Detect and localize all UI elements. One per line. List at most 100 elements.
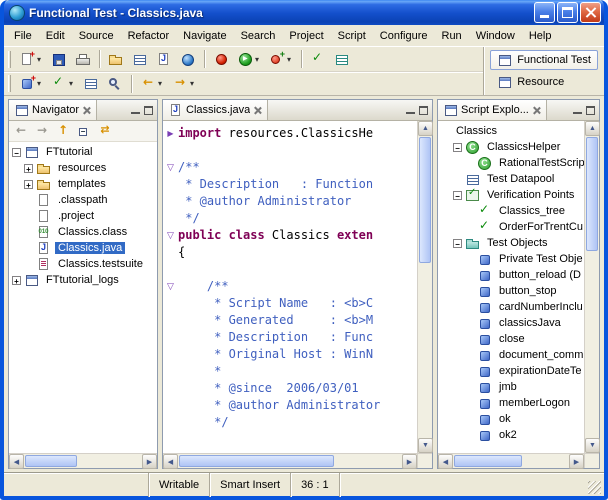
code-line[interactable]: * @author Administrator [163, 396, 417, 413]
scrollbar-track[interactable] [179, 455, 401, 467]
navigator-horizontal-scrollbar[interactable] [9, 453, 157, 469]
maximize-view-icon[interactable] [586, 105, 595, 115]
editor-tab-close-icon[interactable] [253, 106, 262, 115]
navigator-tree-item[interactable]: Classics.testsuite [9, 256, 157, 272]
run-script-button[interactable] [234, 49, 264, 70]
navigator-tree-item[interactable]: .project [9, 208, 157, 224]
code-line[interactable]: * Description : Func [163, 328, 417, 345]
close-button[interactable] [580, 2, 601, 23]
menu-search[interactable]: Search [234, 27, 283, 45]
scroll-down-icon[interactable] [585, 438, 600, 453]
expander-icon[interactable] [453, 190, 462, 200]
code-line[interactable]: /** [163, 158, 417, 175]
back-button[interactable] [137, 73, 167, 94]
navigator-tree-item[interactable]: Classics.java [9, 240, 157, 256]
menu-source[interactable]: Source [72, 27, 121, 45]
perspective-functional-test[interactable]: Functional Test [490, 50, 598, 70]
scroll-left-icon[interactable] [9, 454, 24, 469]
globe-button[interactable] [177, 49, 199, 70]
scroll-down-icon[interactable] [418, 438, 433, 453]
script-explorer-tree-item[interactable]: close [438, 331, 584, 347]
menu-project[interactable]: Project [282, 27, 330, 45]
new-folder-button[interactable] [105, 49, 127, 70]
save-button[interactable] [48, 49, 70, 70]
script-explorer-tree-item[interactable]: cardNumberInclu [438, 299, 584, 315]
expander-icon[interactable] [24, 179, 33, 189]
menu-navigate[interactable]: Navigate [176, 27, 233, 45]
navigator-tree-item[interactable]: .classpath [9, 192, 157, 208]
editor-vertical-scrollbar[interactable] [417, 121, 433, 453]
code-line[interactable]: * Generated : <b>M [163, 311, 417, 328]
code-line[interactable]: * [163, 362, 417, 379]
scroll-right-icon[interactable] [402, 454, 417, 469]
code-area[interactable]: import resources.ClassicsHe /** * Descrip… [163, 121, 417, 453]
maximize-view-icon[interactable] [419, 105, 428, 115]
script-explorer-vertical-scrollbar[interactable] [584, 121, 600, 453]
script-explorer-tree-item[interactable]: expirationDateTe [438, 363, 584, 379]
script-explorer-tree-item[interactable]: Test Objects [438, 235, 584, 251]
scrollbar-track[interactable] [419, 137, 431, 437]
print-button[interactable] [72, 49, 94, 70]
scrollbar-thumb[interactable] [586, 137, 598, 251]
title-bar[interactable]: Functional Test - Classics.java [4, 0, 604, 25]
navigator-tree-item[interactable]: resources [9, 160, 157, 176]
link-editor-button[interactable] [95, 122, 115, 140]
code-line[interactable]: { [163, 243, 417, 260]
navigator-tree-item[interactable]: FTtutorial [9, 144, 157, 160]
scrollbar-track[interactable] [25, 455, 141, 467]
datapool-button[interactable] [80, 73, 102, 94]
script-explorer-tree-item[interactable]: ClassicsHelper [438, 139, 584, 155]
expander-icon[interactable] [453, 238, 462, 248]
minimize-view-icon[interactable] [573, 106, 582, 114]
maximize-button[interactable] [557, 2, 578, 23]
script-explorer-tree-item[interactable]: OrderForTrentCu [438, 218, 584, 235]
scrollbar-thumb[interactable] [419, 137, 431, 263]
forward-button[interactable] [169, 73, 199, 94]
script-explorer-tree-item[interactable]: ok2 [438, 427, 584, 443]
new-script-button[interactable] [16, 49, 46, 70]
up-button[interactable] [53, 122, 73, 140]
navigator-tree-item[interactable]: FTtutorial_logs [9, 272, 157, 288]
code-line[interactable]: import resources.ClassicsHe [163, 124, 417, 141]
code-line[interactable] [163, 141, 417, 158]
scrollbar-track[interactable] [586, 137, 598, 437]
menu-configure[interactable]: Configure [373, 27, 435, 45]
script-explorer-tree-item[interactable]: memberLogon [438, 395, 584, 411]
menu-help[interactable]: Help [522, 27, 559, 45]
code-line[interactable] [163, 260, 417, 277]
minimize-view-icon[interactable] [131, 106, 140, 114]
insert-object-button[interactable] [16, 73, 46, 94]
maximize-view-icon[interactable] [144, 105, 153, 115]
menu-edit[interactable]: Edit [39, 27, 72, 45]
scroll-right-icon[interactable] [142, 454, 157, 469]
code-line[interactable]: /** [163, 277, 417, 294]
verification-point-button[interactable] [307, 49, 329, 70]
navigator-tab-close-icon[interactable] [82, 106, 91, 115]
resize-grip[interactable] [588, 481, 601, 494]
navigator-tree-item[interactable]: templates [9, 176, 157, 192]
scroll-up-icon[interactable] [418, 121, 433, 136]
script-explorer-tab-close-icon[interactable] [532, 106, 541, 115]
new-datapool-button[interactable] [129, 49, 151, 70]
minimize-button[interactable] [534, 2, 555, 23]
script-explorer-tree-item[interactable]: document_comm [438, 347, 584, 363]
expander-icon[interactable] [12, 147, 21, 157]
menu-window[interactable]: Window [469, 27, 522, 45]
insert-recording-button[interactable] [266, 49, 296, 70]
scrollbar-track[interactable] [454, 455, 568, 467]
script-explorer-tree-item[interactable]: ok [438, 411, 584, 427]
fold-marker-icon[interactable] [163, 161, 178, 173]
scroll-left-icon[interactable] [438, 454, 453, 469]
script-explorer-tree-item[interactable]: button_stop [438, 283, 584, 299]
scroll-right-icon[interactable] [569, 454, 584, 469]
menu-file[interactable]: File [7, 27, 39, 45]
script-explorer-tab[interactable]: Script Explo... [438, 100, 547, 120]
script-explorer-tree-item[interactable]: jmb [438, 379, 584, 395]
new-java-button[interactable] [153, 49, 175, 70]
fold-marker-icon[interactable] [163, 127, 178, 139]
navigator-tab[interactable]: Navigator [9, 100, 98, 120]
scrollbar-thumb[interactable] [454, 455, 523, 467]
expander-icon[interactable] [24, 163, 33, 173]
menu-script[interactable]: Script [331, 27, 373, 45]
script-explorer-tree-item[interactable]: Classics_tree [438, 202, 584, 219]
